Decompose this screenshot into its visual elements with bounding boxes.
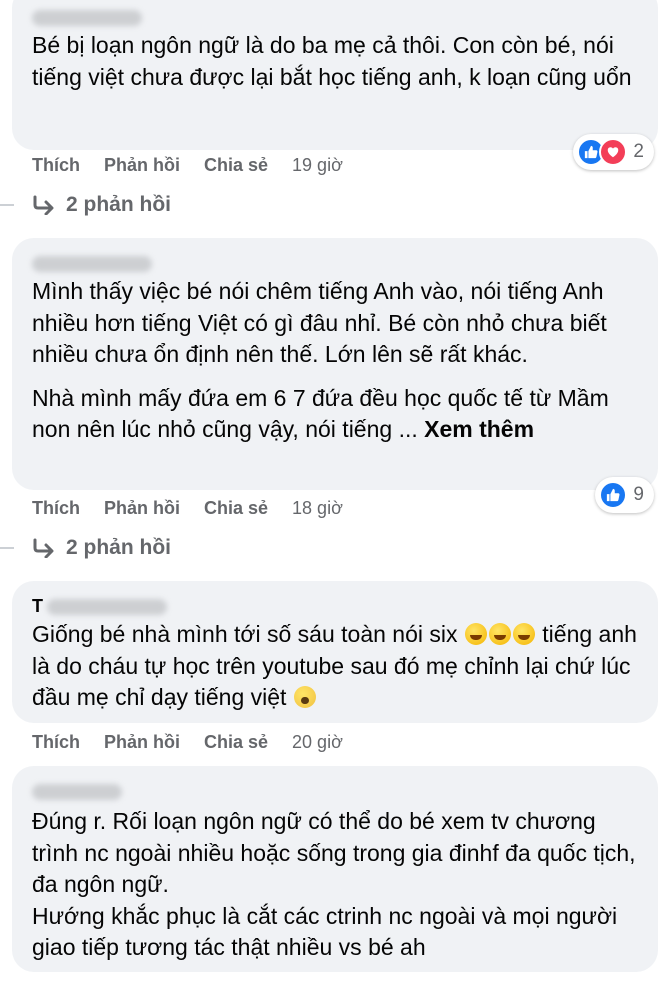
thread-connector <box>0 547 14 549</box>
comment-bubble-1: Bé bị loạn ngôn ngữ là do ba mẹ cả thôi.… <box>12 0 658 150</box>
comment-bubble-3: T Giống bé nhà mình tới số sáu toàn nói … <box>12 581 658 723</box>
view-replies-link-2[interactable]: 2 phản hồi <box>32 533 171 563</box>
like-button[interactable]: Thích <box>32 155 80 176</box>
comment-timestamp[interactable]: 19 giờ <box>292 155 343 176</box>
reaction-summary-2[interactable]: 9 <box>595 477 654 513</box>
reaction-count-1: 2 <box>633 141 644 162</box>
replies-count-label: 2 phản hồi <box>66 536 171 559</box>
grinning-sweat-emoji <box>464 623 487 645</box>
grinning-sweat-emoji <box>512 623 535 645</box>
reply-button[interactable]: Phản hồi <box>104 732 180 753</box>
comment-author-2[interactable] <box>32 250 640 276</box>
comment-bubble-2: Mình thấy việc bé nói chêm tiếng Anh vào… <box>12 238 658 490</box>
comment-bubble-4: Đúng r. Rối loạn ngôn ngữ có thể do bé x… <box>12 766 658 972</box>
share-button[interactable]: Chia sẻ <box>204 732 268 753</box>
reply-arrow-icon <box>33 538 54 558</box>
share-button[interactable]: Chia sẻ <box>204 155 268 176</box>
comment-actions-3: Thích Phản hồi Chia sẻ 20 giờ <box>32 729 343 755</box>
comment-actions-2: Thích Phản hồi Chia sẻ 18 giờ <box>32 495 343 521</box>
reply-button[interactable]: Phản hồi <box>104 155 180 176</box>
reply-arrow-icon <box>33 195 54 215</box>
like-icon <box>599 481 628 509</box>
replies-count-label: 2 phản hồi <box>66 193 171 216</box>
view-replies-link-1[interactable]: 2 phản hồi <box>32 190 171 220</box>
comment-author-1[interactable] <box>32 4 640 30</box>
share-button[interactable]: Chia sẻ <box>204 498 268 519</box>
like-button[interactable]: Thích <box>32 498 80 519</box>
reaction-summary-1[interactable]: 2 <box>573 134 654 170</box>
comment-author-4[interactable] <box>32 778 640 804</box>
comment-timestamp[interactable]: 18 giờ <box>292 498 343 519</box>
see-more-link[interactable]: Xem thêm <box>424 416 534 442</box>
comment-text-3: Giống bé nhà mình tới số sáu toàn nói si… <box>32 621 637 710</box>
comment-text-2: Mình thấy việc bé nói chêm tiếng Anh vào… <box>32 278 607 367</box>
fearful-face-emoji <box>293 686 316 708</box>
like-button[interactable]: Thích <box>32 732 80 753</box>
comment-actions-1: Thích Phản hồi Chia sẻ 19 giờ <box>32 152 343 178</box>
comment-text-2-continued: Nhà mình mấy đứa em 6 7 đứa đều học quốc… <box>32 384 609 443</box>
comment-author-3[interactable]: T <box>32 593 640 619</box>
comment-text-1: Bé bị loạn ngôn ngữ là do ba mẹ cả thôi.… <box>32 32 632 90</box>
reaction-count-2: 9 <box>633 484 644 505</box>
comment-text-4: Đúng r. Rối loạn ngôn ngữ có thể do bé x… <box>32 808 636 960</box>
love-icon <box>599 138 628 166</box>
grinning-sweat-emoji <box>488 623 511 645</box>
comment-timestamp[interactable]: 20 giờ <box>292 732 343 753</box>
thread-connector <box>0 204 14 206</box>
reply-button[interactable]: Phản hồi <box>104 498 180 519</box>
